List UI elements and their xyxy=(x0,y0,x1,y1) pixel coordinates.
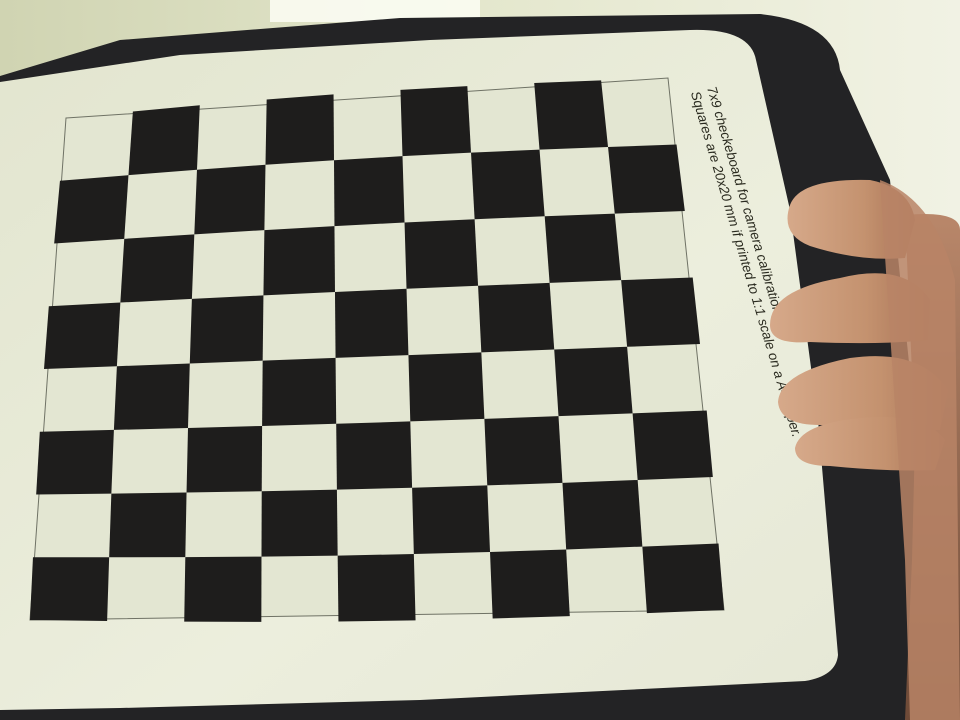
photo-scene: 7x9 checkeboard for camera calibration. … xyxy=(0,0,960,720)
dark-square xyxy=(30,557,110,621)
dark-square xyxy=(333,156,405,227)
dark-square xyxy=(263,226,335,296)
dark-square xyxy=(554,346,633,417)
dark-square xyxy=(120,234,195,303)
dark-square xyxy=(484,416,563,486)
photo-canvas: 7x9 checkeboard for camera calibration. … xyxy=(0,0,960,720)
dark-square xyxy=(621,277,700,347)
dark-square xyxy=(36,429,114,495)
dark-square xyxy=(478,282,555,353)
dark-square xyxy=(544,213,622,283)
dark-square xyxy=(642,543,724,614)
dark-square xyxy=(262,357,337,426)
dark-square xyxy=(265,94,334,165)
checkerboard xyxy=(29,77,725,622)
dark-square xyxy=(336,421,413,490)
dark-square xyxy=(608,144,685,214)
dark-square xyxy=(404,219,479,289)
dark-square xyxy=(261,489,338,557)
dark-square xyxy=(44,302,121,369)
dark-square xyxy=(534,80,609,150)
dark-square xyxy=(334,288,409,358)
dark-square xyxy=(189,295,264,364)
dark-square xyxy=(186,425,263,493)
dark-square xyxy=(471,149,545,220)
dark-square xyxy=(337,554,416,622)
dark-square xyxy=(408,352,485,422)
dark-square xyxy=(54,175,129,244)
dark-square xyxy=(113,363,190,430)
dark-square xyxy=(194,164,266,235)
dark-square xyxy=(109,492,187,558)
dark-square xyxy=(632,410,713,480)
dark-square xyxy=(562,479,643,550)
dark-square xyxy=(400,86,472,157)
dark-square xyxy=(490,549,570,619)
dark-square xyxy=(128,105,200,176)
dark-square xyxy=(412,485,491,555)
dark-square xyxy=(184,556,262,622)
